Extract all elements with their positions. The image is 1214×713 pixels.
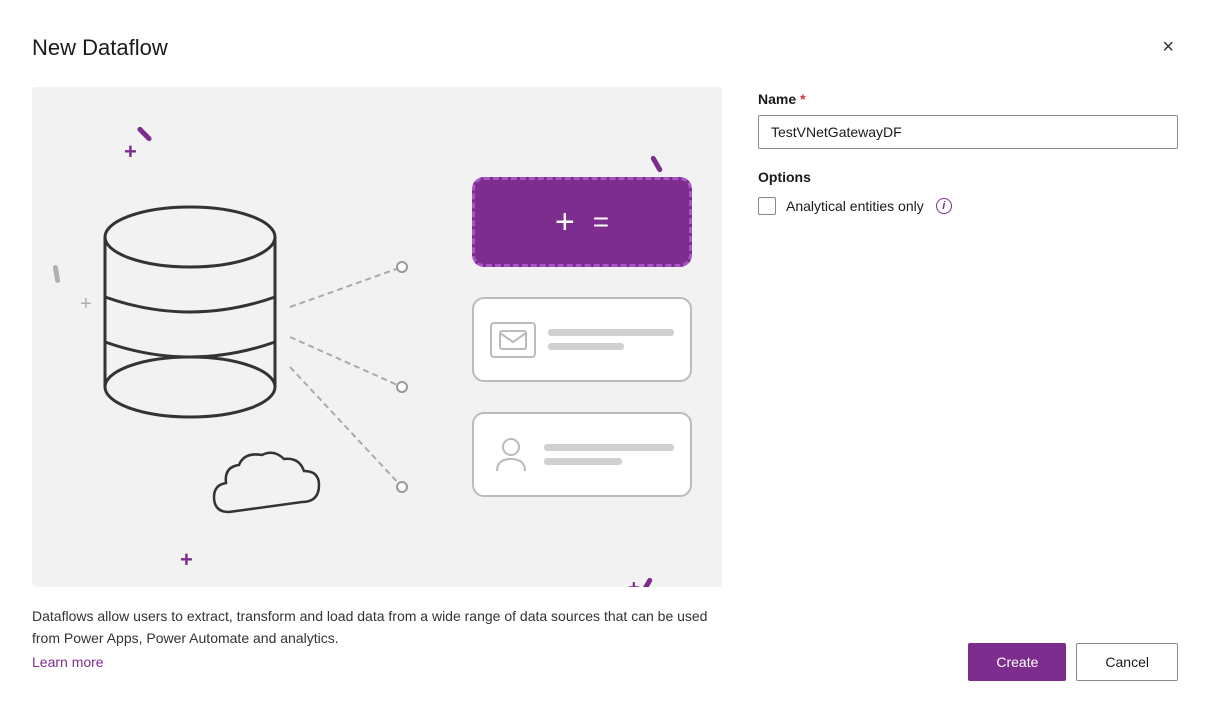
cards-area: + = xyxy=(472,177,692,497)
person-icon xyxy=(490,434,532,476)
create-button[interactable]: Create xyxy=(968,643,1066,681)
options-label: Options xyxy=(758,169,1178,185)
card-text-lines xyxy=(548,329,674,350)
required-star: * xyxy=(800,91,805,107)
analytical-entities-checkbox[interactable] xyxy=(758,197,776,215)
dialog-header: New Dataflow × xyxy=(32,32,1178,63)
card-line-1 xyxy=(548,329,674,336)
info-icon[interactable]: i xyxy=(936,198,952,214)
person-card xyxy=(472,412,692,497)
close-icon: × xyxy=(1162,36,1174,59)
dialog-title: New Dataflow xyxy=(32,35,168,61)
illustration: + + + + xyxy=(32,87,722,587)
cloud-shape xyxy=(204,447,334,532)
card-line-3 xyxy=(544,444,674,451)
description-text: Dataflows allow users to extract, transf… xyxy=(32,605,722,650)
cancel-button[interactable]: Cancel xyxy=(1076,643,1178,681)
deco-plus-bottomright: + xyxy=(628,577,640,587)
envelope-icon xyxy=(490,322,536,358)
checkbox-row: Analytical entities only i xyxy=(758,197,1178,215)
add-transform-card: + = xyxy=(472,177,692,267)
deco-dash-topright xyxy=(650,155,663,173)
email-card xyxy=(472,297,692,382)
deco-dash-topleft xyxy=(136,126,152,142)
deco-dash-bottomright xyxy=(640,577,653,587)
name-label: Name* xyxy=(758,91,1178,107)
close-button[interactable]: × xyxy=(1158,32,1178,63)
left-panel: + + + + xyxy=(32,87,722,681)
new-dataflow-dialog: New Dataflow × xyxy=(0,0,1214,713)
dialog-body: + + + + xyxy=(32,87,1178,681)
equals-icon: = xyxy=(593,208,609,236)
deco-plus-topleft: + xyxy=(124,139,137,165)
name-input[interactable] xyxy=(758,115,1178,149)
database-cylinder xyxy=(90,197,290,442)
checkbox-label: Analytical entities only xyxy=(786,198,924,214)
deco-plus-bottomleft: + xyxy=(180,547,193,573)
card-line-2 xyxy=(548,343,624,350)
learn-more-link[interactable]: Learn more xyxy=(32,654,722,670)
plus-icon: + xyxy=(555,205,575,239)
deco-bar-midleft xyxy=(52,265,60,284)
spacer xyxy=(758,215,1178,623)
dialog-footer: Create Cancel xyxy=(758,623,1178,681)
card-text-lines-2 xyxy=(544,444,674,465)
right-panel: Name* Options Analytical entities only i… xyxy=(758,87,1178,681)
card-line-4 xyxy=(544,458,622,465)
